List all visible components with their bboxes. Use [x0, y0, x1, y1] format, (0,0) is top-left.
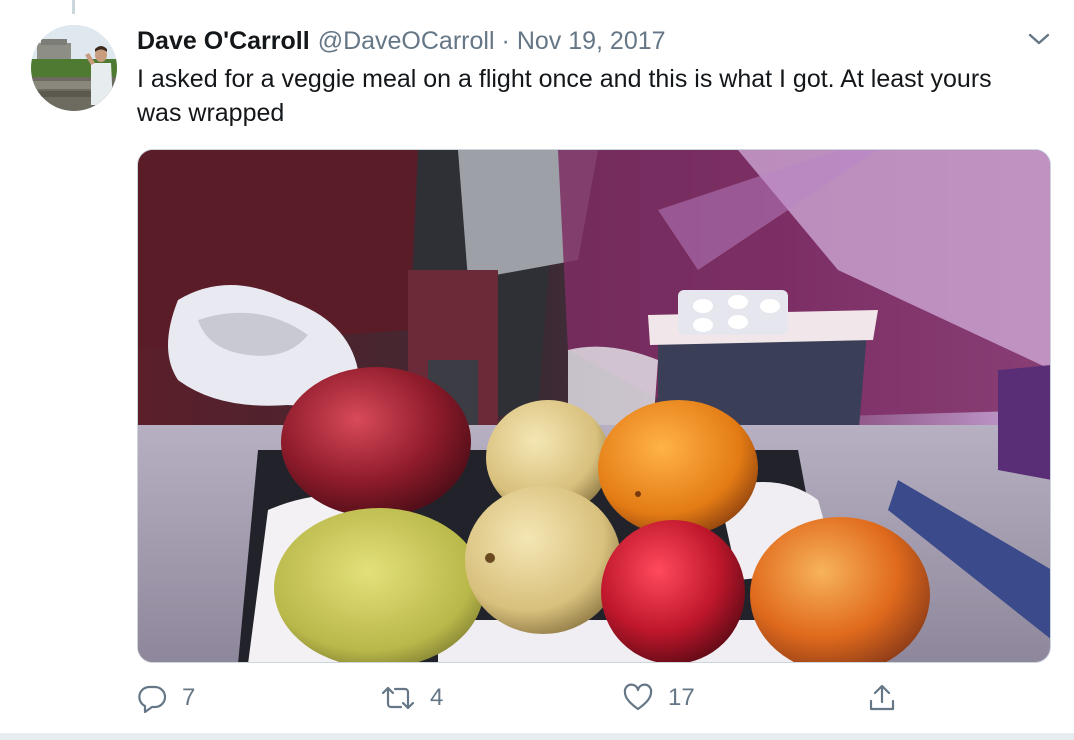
reply-count: 7 [182, 684, 196, 711]
avatar-image [31, 25, 117, 111]
chevron-down-icon [1028, 33, 1050, 45]
tweet-actions: 7 4 17 [0, 678, 1074, 718]
author-name[interactable]: Dave O'Carroll [137, 27, 310, 56]
tweet-text: I asked for a veggie meal on a flight on… [137, 65, 992, 127]
thread-line [72, 0, 75, 14]
retweet-button[interactable]: 4 [380, 678, 443, 718]
tweet-page: Dave O'Carroll @DaveOCarroll · Nov 19, 2… [0, 0, 1074, 740]
tweet-divider [0, 733, 1074, 740]
tweet-date[interactable]: Nov 19, 2017 [517, 27, 666, 56]
fruit-tray-photo [138, 150, 1050, 662]
tweet-header: Dave O'Carroll @DaveOCarroll · Nov 19, 2… [137, 26, 666, 56]
retweet-icon [381, 686, 415, 710]
author-handle[interactable]: @DaveOCarroll [318, 27, 495, 56]
separator-dot: · [501, 26, 510, 55]
reply-icon [138, 685, 167, 714]
heart-icon [623, 683, 653, 711]
like-count: 17 [668, 684, 695, 711]
retweet-count: 4 [430, 684, 444, 711]
avatar[interactable] [31, 25, 117, 111]
more-options-button[interactable] [1024, 28, 1054, 50]
share-icon [869, 684, 895, 711]
like-button[interactable]: 17 [622, 678, 695, 718]
share-button[interactable] [866, 678, 898, 718]
reply-button[interactable]: 7 [136, 678, 195, 718]
tweet-media[interactable] [137, 149, 1051, 663]
